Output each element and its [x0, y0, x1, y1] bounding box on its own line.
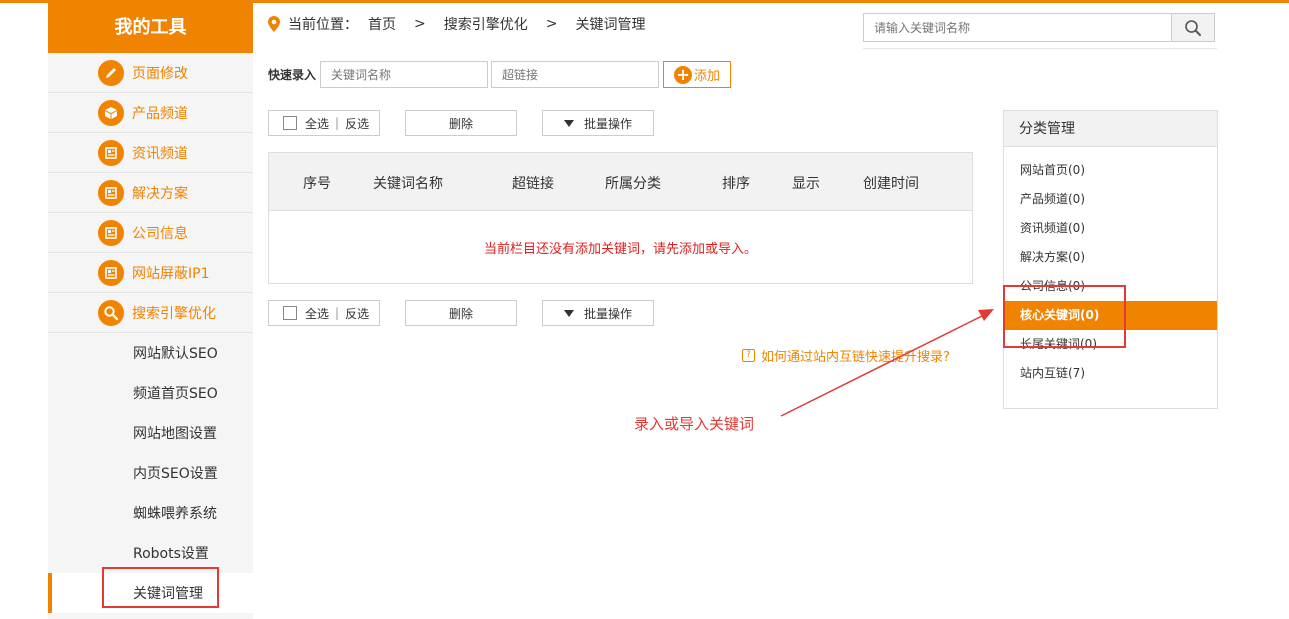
- plus-icon: +: [674, 65, 693, 84]
- search-icon: [1184, 19, 1202, 37]
- sidebar-item-ip-block[interactable]: 网站屏蔽IP1: [48, 253, 253, 293]
- select-all-checkbox[interactable]: [283, 306, 297, 320]
- column-header: 所属分类: [605, 176, 661, 192]
- column-header: 排序: [722, 176, 750, 192]
- breadcrumb-prefix: 当前位置：: [288, 17, 358, 33]
- sidebar-sub-spider[interactable]: 蜘蛛喂养系统: [48, 493, 253, 533]
- news-icon: [98, 260, 124, 286]
- breadcrumb: 当前位置： 首页 > 搜索引擎优化 > 关键词管理: [268, 14, 645, 34]
- box-icon: [98, 100, 124, 126]
- column-header: 显示: [792, 176, 820, 192]
- annotation-text: 录入或导入关键词: [634, 415, 755, 433]
- question-icon: ?: [742, 349, 755, 362]
- separator: |: [335, 306, 340, 320]
- help-link-text: 如何通过站内互链快速提升搜录?: [761, 350, 950, 365]
- keyword-name-input[interactable]: [320, 61, 489, 88]
- sidebar-item-label: 资讯频道: [132, 145, 188, 162]
- triangle-down-icon: [563, 309, 574, 317]
- pencil-icon: [98, 60, 124, 86]
- sidebar-item-label: 产品频道: [132, 105, 188, 122]
- column-header: 创建时间: [863, 176, 919, 192]
- sidebar-item-seo[interactable]: 搜索引擎优化: [48, 293, 253, 333]
- category-panel-title: 分类管理: [1004, 111, 1217, 147]
- empty-table-message: 当前栏目还没有添加关键词，请先添加或导入。: [483, 242, 757, 257]
- category-item-solutions[interactable]: 解决方案(0): [1004, 243, 1217, 272]
- breadcrumb-home[interactable]: 首页: [368, 14, 396, 34]
- highlight-box: [1003, 285, 1126, 348]
- divider: [863, 48, 1217, 49]
- sidebar-sub-default-seo[interactable]: 网站默认SEO: [48, 333, 253, 373]
- column-header: 关键词名称: [373, 176, 443, 192]
- highlight-box: [102, 567, 219, 608]
- news-icon: [98, 220, 124, 246]
- breadcrumb-sep: >: [545, 16, 558, 32]
- news-icon: [98, 140, 124, 166]
- category-item-news[interactable]: 资讯频道(0): [1004, 214, 1217, 243]
- help-link[interactable]: ? 如何通过站内互链快速提升搜录?: [742, 346, 950, 365]
- breadcrumb-seo[interactable]: 搜索引擎优化: [444, 14, 528, 34]
- sidebar-sub-channel-seo[interactable]: 频道首页SEO: [48, 373, 253, 413]
- batch-operation-label: 批量操作: [583, 306, 632, 321]
- toolbar-top: 全选 | 反选 删除 批量操作: [268, 110, 654, 136]
- category-item-products[interactable]: 产品频道(0): [1004, 185, 1217, 214]
- keyword-table: 序号 关键词名称 超链接 所属分类 排序 显示 创建时间 当前栏目还没有添加关键…: [268, 152, 973, 284]
- sidebar-item-label: 解决方案: [132, 185, 188, 202]
- batch-operation-button[interactable]: 批量操作: [542, 300, 654, 326]
- location-pin-icon: [268, 16, 280, 32]
- sidebar-item-company[interactable]: 公司信息: [48, 213, 253, 253]
- add-button[interactable]: + 添加: [663, 61, 732, 88]
- sidebar-item-label: 页面修改: [132, 65, 188, 82]
- invert-selection-label[interactable]: 反选: [345, 305, 369, 322]
- batch-operation-label: 批量操作: [583, 116, 632, 131]
- search-input[interactable]: [864, 14, 1171, 41]
- batch-operation-button[interactable]: 批量操作: [542, 110, 654, 136]
- sidebar: 我的工具 页面修改 产品频道 资讯频道 解决方案 公司信息 网站屏蔽IP1 搜索…: [48, 3, 253, 619]
- add-button-label: 添加: [694, 69, 721, 84]
- sidebar-item-solutions[interactable]: 解决方案: [48, 173, 253, 213]
- select-controls: 全选 | 反选: [268, 300, 380, 326]
- select-controls: 全选 | 反选: [268, 110, 380, 136]
- search-button[interactable]: [1171, 14, 1214, 41]
- sidebar-item-label: 搜索引擎优化: [132, 305, 216, 322]
- select-all-label[interactable]: 全选: [305, 305, 329, 322]
- breadcrumb-sep: >: [414, 16, 426, 32]
- invert-selection-label[interactable]: 反选: [345, 115, 369, 132]
- category-panel: 分类管理 网站首页(0) 产品频道(0) 资讯频道(0) 解决方案(0) 公司信…: [1003, 110, 1218, 409]
- column-header: 序号: [303, 176, 331, 192]
- sidebar-item-products[interactable]: 产品频道: [48, 93, 253, 133]
- breadcrumb-current: 关键词管理: [575, 17, 646, 33]
- category-item-internal-links[interactable]: 站内互链(7): [1004, 359, 1217, 388]
- toolbar-bottom: 全选 | 反选 删除 批量操作: [268, 300, 654, 326]
- delete-button[interactable]: 删除: [405, 110, 517, 136]
- triangle-down-icon: [563, 119, 574, 127]
- sidebar-item-label: 公司信息: [132, 225, 188, 242]
- news-icon: [98, 180, 124, 206]
- sidebar-item-news[interactable]: 资讯频道: [48, 133, 253, 173]
- delete-button[interactable]: 删除: [405, 300, 517, 326]
- search-icon: [98, 300, 124, 326]
- separator: |: [335, 116, 340, 130]
- column-header: 超链接: [512, 176, 554, 192]
- sidebar-item-page-edit[interactable]: 页面修改: [48, 53, 253, 93]
- search-box: [863, 13, 1215, 42]
- quick-entry-label: 快速录入: [268, 68, 317, 82]
- select-all-checkbox[interactable]: [283, 116, 297, 130]
- sidebar-title: 我的工具: [48, 3, 253, 53]
- quick-entry: 快速录入 + 添加: [268, 61, 732, 88]
- sidebar-item-label: 网站屏蔽IP1: [132, 265, 210, 282]
- select-all-label[interactable]: 全选: [305, 115, 329, 132]
- sidebar-sub-sitemap[interactable]: 网站地图设置: [48, 413, 253, 453]
- table-header: 序号 关键词名称 超链接 所属分类 排序 显示 创建时间: [269, 153, 972, 211]
- link-input[interactable]: [491, 61, 660, 88]
- sidebar-sub-inner-seo[interactable]: 内页SEO设置: [48, 453, 253, 493]
- category-item-home[interactable]: 网站首页(0): [1004, 156, 1217, 185]
